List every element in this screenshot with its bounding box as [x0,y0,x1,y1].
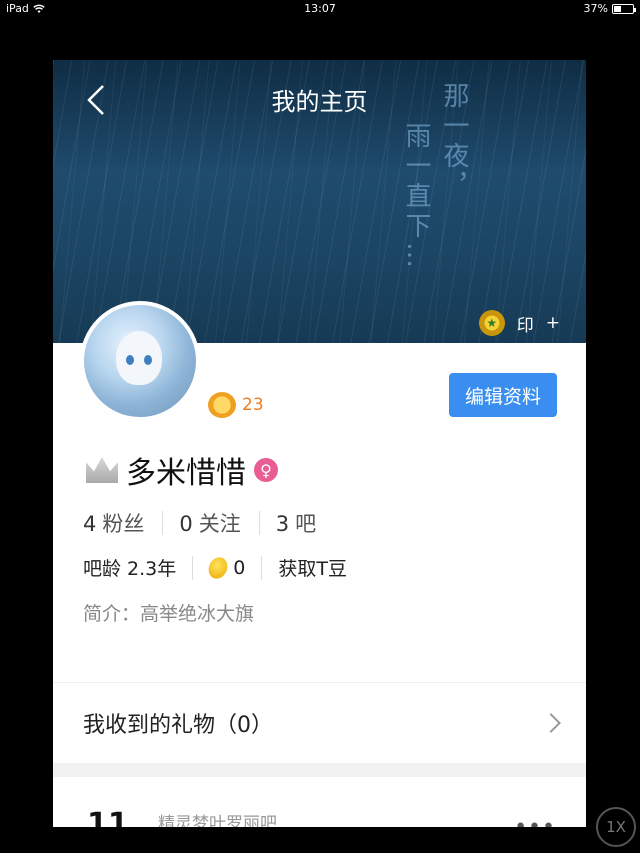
battery-icon [612,3,636,14]
level-value: 23 [242,395,264,415]
more-options-icon[interactable]: ••• [514,815,556,827]
tbean-count: 0 [233,556,246,579]
zoom-1x-button[interactable]: 1X [596,807,636,847]
status-bar: iPad 13:07 37% [0,0,640,18]
edit-profile-button[interactable]: 编辑资料 [449,373,557,417]
post-item[interactable]: 11 精灵梦叶罗丽吧 ••• [53,777,586,827]
divider [162,511,164,535]
gifts-label: 我收到的礼物（0） [83,713,273,738]
following-count: 0 [179,512,193,536]
header-badges: ★ 印 + [478,310,560,336]
profile-screen: 我的主页 那一夜， 雨一直下… ★ 印 + 23 编辑资料 多米惜惜 ♀ 4 粉… [53,60,586,827]
divider [258,511,260,535]
status-time: 13:07 [304,2,336,15]
divider [261,555,263,580]
status-right: 37% [583,2,636,15]
bars-label: 吧 [295,512,317,536]
get-tbean-link[interactable]: 获取T豆 [278,554,363,581]
battery-percent: 37% [583,2,608,15]
section-gap [53,763,586,777]
post-date: 11 [87,807,129,827]
post-forum-name[interactable]: 精灵梦叶罗丽吧 [158,809,277,827]
level-badge[interactable]: 23 [208,392,264,418]
level-icon [208,392,236,418]
female-icon: ♀ [254,458,278,482]
bars-stat[interactable]: 3 吧 [276,508,334,538]
avatar-face [116,331,162,385]
fans-stat[interactable]: 4 粉丝 [83,508,162,538]
fans-count: 4 [83,512,97,536]
fans-label: 粉丝 [102,512,145,536]
name-row: 多米惜惜 ♀ [86,448,278,492]
received-gifts-row[interactable]: 我收到的礼物（0） [53,683,586,763]
bio: 简介：高举绝冰大旗 [83,603,255,625]
banner-poem-line-1: 那一夜， [439,82,469,202]
username: 多米惜惜 [126,456,246,491]
seal-badge[interactable]: 印 [517,311,534,336]
stats-row: 4 粉丝 0 关注 3 吧 [83,508,334,538]
gold-medal-icon[interactable]: ★ [478,310,505,336]
tbean-icon [205,553,232,582]
bar-age: 吧龄 2.3年 [83,558,177,580]
following-label: 关注 [198,512,241,536]
page-title: 我的主页 [271,88,368,116]
battery-fill [614,5,621,12]
info-row: 吧龄 2.3年 0 获取T豆 [83,553,363,582]
crown-icon [86,457,118,483]
banner-poem-line-2: 雨一直下… [401,122,431,272]
tbean-balance[interactable]: 0 [205,553,261,582]
chevron-right-icon [541,713,561,733]
following-stat[interactable]: 0 关注 [179,508,258,538]
divider [192,555,194,580]
plus-icon[interactable]: + [546,313,560,333]
bars-count: 3 [275,512,290,536]
avatar-eye-left [126,355,134,365]
avatar[interactable] [80,301,200,421]
avatar-eye-right [144,355,152,365]
